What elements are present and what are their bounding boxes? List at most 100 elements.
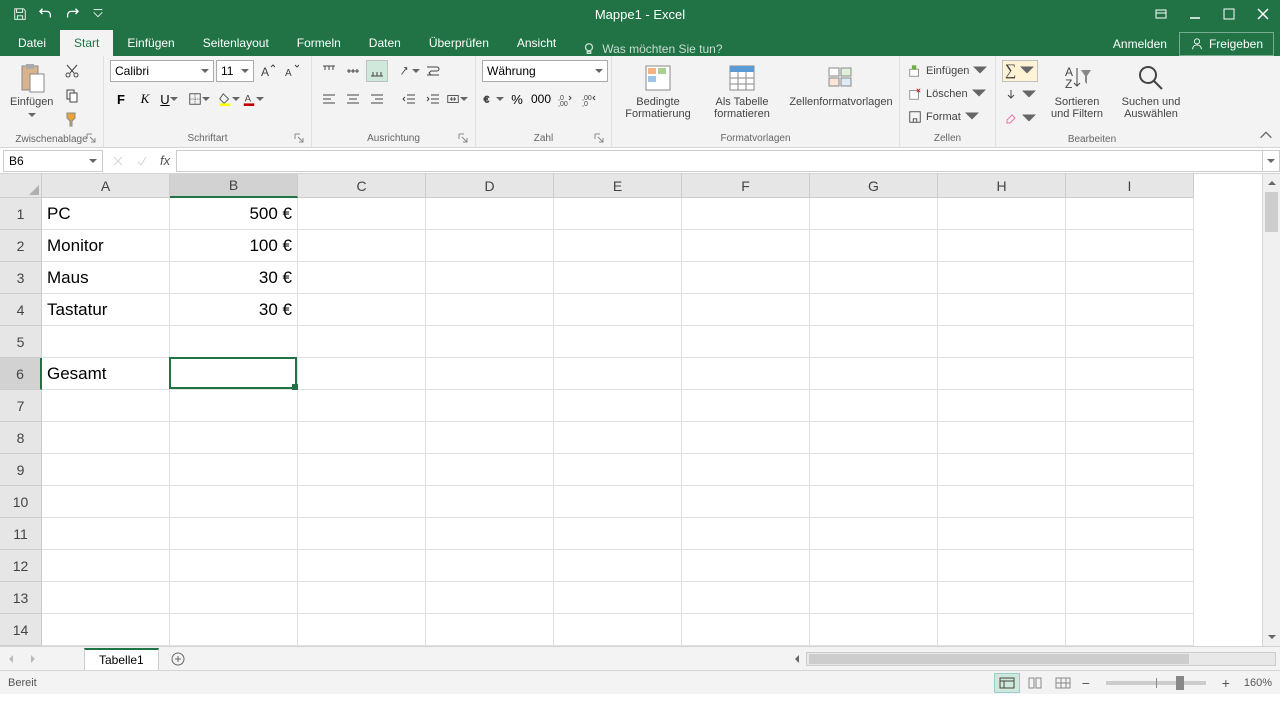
ribbon-display-icon[interactable] — [1144, 0, 1178, 28]
cell-D4[interactable] — [426, 294, 554, 326]
cell-H5[interactable] — [938, 326, 1066, 358]
select-all-corner[interactable] — [0, 174, 42, 198]
cell-A3[interactable]: Maus — [42, 262, 170, 294]
cell-C4[interactable] — [298, 294, 426, 326]
page-layout-view-button[interactable] — [1022, 673, 1048, 693]
clear-button[interactable] — [1002, 108, 1038, 130]
cell-H13[interactable] — [938, 582, 1066, 614]
align-top-button[interactable] — [318, 60, 340, 82]
cell-E11[interactable] — [554, 518, 682, 550]
cell-C12[interactable] — [298, 550, 426, 582]
cell-C14[interactable] — [298, 614, 426, 646]
cell-I14[interactable] — [1066, 614, 1194, 646]
row-header-5[interactable]: 5 — [0, 326, 42, 358]
alignment-dialog-launcher[interactable] — [457, 133, 469, 145]
column-header-G[interactable]: G — [810, 174, 938, 198]
cell-B5[interactable] — [170, 326, 298, 358]
fill-color-button[interactable] — [218, 88, 240, 110]
cell-G6[interactable] — [810, 358, 938, 390]
cell-D9[interactable] — [426, 454, 554, 486]
tab-start[interactable]: Start — [60, 30, 113, 56]
cell-G4[interactable] — [810, 294, 938, 326]
copy-button[interactable] — [61, 84, 83, 106]
bold-button[interactable]: F — [110, 88, 132, 110]
underline-button[interactable]: U — [158, 88, 180, 110]
scroll-down-button[interactable] — [1263, 628, 1280, 646]
column-header-A[interactable]: A — [42, 174, 170, 198]
row-header-7[interactable]: 7 — [0, 390, 42, 422]
find-select-button[interactable]: Suchen und Auswählen — [1116, 60, 1186, 122]
row-header-2[interactable]: 2 — [0, 230, 42, 262]
sheet-nav-next[interactable] — [22, 648, 44, 670]
sort-filter-button[interactable]: AZ Sortieren und Filtern — [1042, 60, 1112, 122]
cell-E2[interactable] — [554, 230, 682, 262]
cell-A2[interactable]: Monitor — [42, 230, 170, 262]
cell-F6[interactable] — [682, 358, 810, 390]
column-header-D[interactable]: D — [426, 174, 554, 198]
page-break-view-button[interactable] — [1050, 673, 1076, 693]
cell-H11[interactable] — [938, 518, 1066, 550]
cell-E7[interactable] — [554, 390, 682, 422]
cell-D14[interactable] — [426, 614, 554, 646]
tab-ansicht[interactable]: Ansicht — [503, 30, 570, 56]
qat-customize-icon[interactable] — [86, 2, 110, 26]
cell-D10[interactable] — [426, 486, 554, 518]
cell-G10[interactable] — [810, 486, 938, 518]
cell-G12[interactable] — [810, 550, 938, 582]
cell-I1[interactable] — [1066, 198, 1194, 230]
cell-H2[interactable] — [938, 230, 1066, 262]
delete-cells-button[interactable]: Löschen — [906, 83, 988, 105]
column-header-C[interactable]: C — [298, 174, 426, 198]
cell-D8[interactable] — [426, 422, 554, 454]
cell-G3[interactable] — [810, 262, 938, 294]
cell-B12[interactable] — [170, 550, 298, 582]
cell-C9[interactable] — [298, 454, 426, 486]
cell-F8[interactable] — [682, 422, 810, 454]
cell-D11[interactable] — [426, 518, 554, 550]
cell-H4[interactable] — [938, 294, 1066, 326]
row-header-10[interactable]: 10 — [0, 486, 42, 518]
orientation-button[interactable] — [398, 60, 420, 82]
cell-A7[interactable] — [42, 390, 170, 422]
cell-G5[interactable] — [810, 326, 938, 358]
zoom-out-button[interactable]: − — [1078, 675, 1094, 691]
row-header-9[interactable]: 9 — [0, 454, 42, 486]
zoom-thumb[interactable] — [1176, 676, 1184, 690]
horizontal-scrollbar[interactable] — [806, 652, 1276, 666]
cell-G2[interactable] — [810, 230, 938, 262]
maximize-icon[interactable] — [1212, 0, 1246, 28]
column-header-B[interactable]: B — [170, 174, 298, 198]
row-header-6[interactable]: 6 — [0, 358, 42, 390]
cell-I5[interactable] — [1066, 326, 1194, 358]
cell-B2[interactable]: 100 € — [170, 230, 298, 262]
tab-daten[interactable]: Daten — [355, 30, 415, 56]
cell-F12[interactable] — [682, 550, 810, 582]
cell-E14[interactable] — [554, 614, 682, 646]
column-header-I[interactable]: I — [1066, 174, 1194, 198]
cell-G11[interactable] — [810, 518, 938, 550]
column-header-H[interactable]: H — [938, 174, 1066, 198]
expand-formula-bar[interactable] — [1262, 150, 1280, 172]
conditional-formatting-button[interactable]: Bedingte Formatierung — [618, 60, 698, 122]
number-dialog-launcher[interactable] — [593, 133, 605, 145]
share-button[interactable]: Freigeben — [1179, 32, 1274, 56]
decrease-indent-button[interactable] — [398, 88, 420, 110]
font-size-combo[interactable]: 11 — [216, 60, 254, 82]
cell-H8[interactable] — [938, 422, 1066, 454]
increase-decimal-button[interactable]: ,0,00 — [554, 88, 576, 110]
cell-B10[interactable] — [170, 486, 298, 518]
column-header-E[interactable]: E — [554, 174, 682, 198]
cell-G8[interactable] — [810, 422, 938, 454]
tab-formeln[interactable]: Formeln — [283, 30, 355, 56]
fill-button[interactable] — [1002, 84, 1038, 106]
row-header-4[interactable]: 4 — [0, 294, 42, 326]
cell-I6[interactable] — [1066, 358, 1194, 390]
cell-B13[interactable] — [170, 582, 298, 614]
cell-A6[interactable]: Gesamt — [42, 358, 170, 390]
cell-C1[interactable] — [298, 198, 426, 230]
cell-A14[interactable] — [42, 614, 170, 646]
format-painter-button[interactable] — [61, 108, 83, 130]
cell-E13[interactable] — [554, 582, 682, 614]
align-center-button[interactable] — [342, 88, 364, 110]
cell-F10[interactable] — [682, 486, 810, 518]
